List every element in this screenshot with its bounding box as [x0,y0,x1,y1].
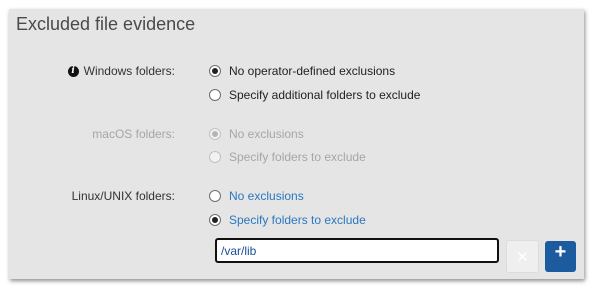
remove-folder-button[interactable]: ✕ [506,240,539,273]
macos-folders-label-text: macOS folders: [92,127,175,141]
windows-no-exclusions-radio[interactable] [209,65,221,77]
windows-specify-folders-radio[interactable] [209,89,221,101]
linux-specify-folders-radio[interactable] [209,214,221,226]
excluded-file-evidence-panel: Excluded file evidence i Windows folders… [9,9,584,279]
macos-specify-folders-option: Specify folders to exclude [209,150,366,164]
macos-no-exclusions-radio [209,128,221,140]
windows-specify-folders-option[interactable]: Specify additional folders to exclude [209,88,420,102]
folder-path-input[interactable] [215,238,499,263]
linux-specify-folders-option[interactable]: Specify folders to exclude [209,213,366,227]
plus-icon: + [554,241,567,263]
option-label: No exclusions [229,127,304,141]
linux-folders-label-text: Linux/UNIX folders: [71,189,175,203]
windows-folders-label: i Windows folders: [67,64,175,78]
macos-no-exclusions-option: No exclusions [209,127,304,141]
linux-no-exclusions-option[interactable]: No exclusions [209,189,304,203]
macos-folders-label: macOS folders: [92,127,175,141]
linux-folders-label: Linux/UNIX folders: [72,189,175,203]
close-icon: ✕ [516,248,529,266]
panel-title: Excluded file evidence [16,14,196,34]
option-label: Specify folders to exclude [229,213,366,227]
add-folder-button[interactable]: + [545,241,576,272]
option-label: Specify additional folders to exclude [229,88,421,102]
windows-folders-label-text: Windows folders: [83,64,175,78]
option-label: No operator-defined exclusions [229,64,396,78]
option-label: No exclusions [229,189,304,203]
info-icon[interactable]: i [67,65,79,77]
windows-no-exclusions-option[interactable]: No operator-defined exclusions [209,64,395,78]
macos-specify-folders-radio [209,151,221,163]
option-label: Specify folders to exclude [229,150,366,164]
linux-no-exclusions-radio[interactable] [209,190,221,202]
